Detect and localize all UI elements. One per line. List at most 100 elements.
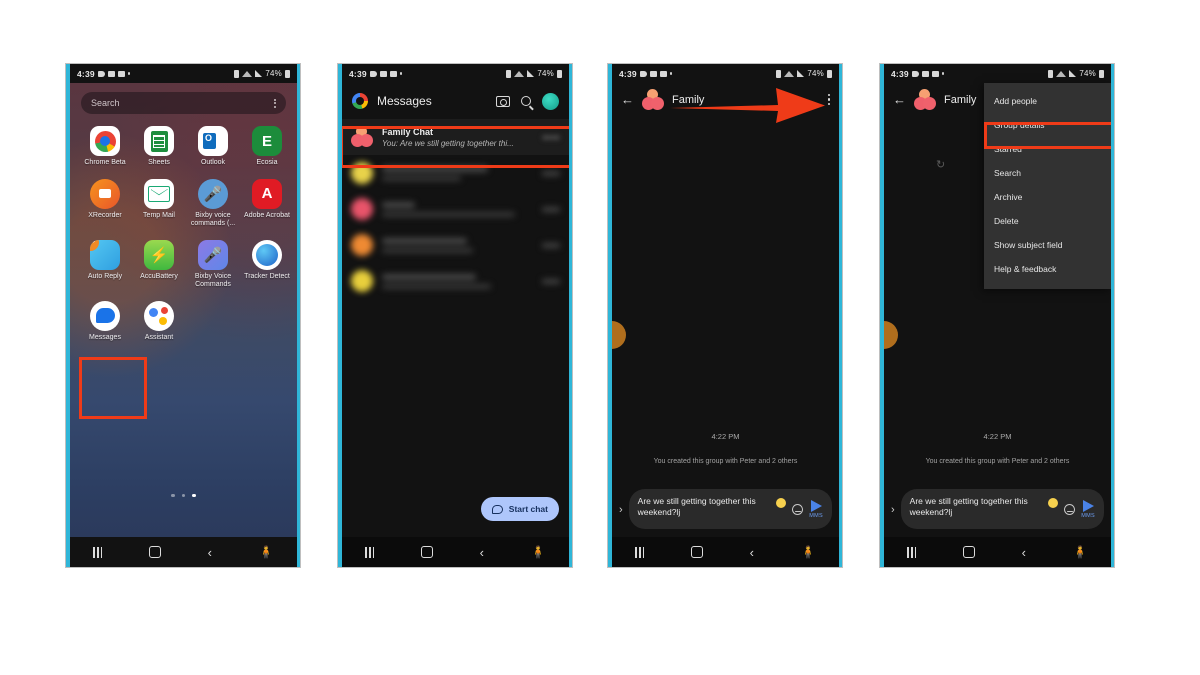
app-label: Temp Mail (143, 211, 175, 219)
message-composer: › Are we still getting together this wee… (612, 489, 839, 529)
expand-composer-icon[interactable]: › (891, 504, 895, 529)
conversation-row[interactable] (342, 191, 569, 227)
battery-saver-icon (506, 69, 512, 78)
battery-icon (557, 69, 562, 78)
menu-item-show-subject-field[interactable]: Show subject field (984, 233, 1111, 257)
app-adobe-acrobat[interactable]: A Adobe Acrobat (240, 178, 294, 229)
pointer-arrow (670, 88, 825, 123)
battery-percent: 74% (537, 69, 554, 78)
temp-mail-icon (144, 178, 174, 209)
account-avatar[interactable] (542, 92, 559, 110)
menu-item-group-details[interactable]: Group details (984, 113, 1111, 137)
page-dot-active[interactable] (192, 493, 196, 497)
app-chrome-beta[interactable]: Chrome Beta (78, 126, 132, 168)
google-assistant-icon (144, 300, 174, 331)
app-messages[interactable]: Messages (78, 300, 132, 343)
contact-avatar (351, 162, 373, 184)
menu-item-delete[interactable]: Delete (984, 209, 1111, 233)
search-bar[interactable]: Search (81, 92, 286, 114)
home-icon[interactable] (962, 546, 975, 558)
menu-item-help-feedback[interactable]: Help & feedback (984, 257, 1111, 281)
start-chat-label: Start chat (508, 504, 548, 514)
back-icon[interactable]: ‹ (1022, 546, 1026, 559)
conversation-timestamp (542, 134, 560, 140)
recent-apps-icon[interactable] (907, 546, 917, 558)
conversation-row[interactable] (342, 227, 569, 263)
page-dot[interactable] (171, 493, 175, 497)
menu-item-archive[interactable]: Archive (984, 185, 1111, 209)
app-label: AccuBattery (140, 272, 178, 280)
app-auto-reply[interactable]: 30+ Auto Reply (78, 239, 132, 290)
system-message: You created this group with Peter and 2 … (925, 458, 1070, 465)
group-avatar[interactable] (914, 88, 936, 111)
accessibility-icon[interactable]: 🧍 (1073, 546, 1088, 558)
back-icon[interactable]: ‹ (208, 546, 212, 559)
conversation-row[interactable] (342, 263, 569, 299)
back-icon[interactable]: ‹ (750, 546, 754, 559)
more-notifications-dot (941, 72, 945, 75)
search-icon[interactable] (521, 96, 531, 106)
status-bar: 4:39 74% (342, 64, 569, 83)
recent-apps-icon[interactable] (93, 546, 103, 558)
app-xrecorder[interactable]: XRecorder (78, 178, 132, 229)
recent-apps-icon[interactable] (365, 546, 375, 558)
app-bixby-voice[interactable]: 🎤 Bixby voice commands (... (186, 178, 240, 229)
more-notifications-dot (127, 72, 131, 75)
app-outlook[interactable]: Outlook (186, 126, 240, 168)
emoji-picker-icon[interactable] (792, 503, 804, 515)
accessibility-icon[interactable]: 🧍 (801, 546, 816, 558)
send-button[interactable]: MMS (809, 499, 823, 519)
system-message: You created this group with Peter and 2 … (653, 458, 798, 465)
conversation-timestamp (542, 278, 560, 284)
conversation-row[interactable] (342, 155, 569, 191)
app-ecosia[interactable]: E Ecosia (240, 126, 294, 168)
send-button[interactable]: MMS (1081, 499, 1095, 519)
accessibility-icon[interactable]: 🧍 (531, 546, 546, 558)
recent-apps-icon[interactable] (635, 546, 645, 558)
app-label: Chrome Beta (84, 159, 126, 166)
app-title: Messages (377, 94, 432, 108)
page-dot[interactable] (181, 493, 186, 497)
chat-bubble-icon (491, 504, 503, 514)
menu-item-add-people[interactable]: Add people (984, 89, 1111, 113)
back-icon[interactable]: ‹ (480, 546, 484, 559)
camera-icon[interactable] (496, 95, 510, 107)
app-label: Outlook (200, 159, 226, 166)
menu-item-search[interactable]: Search (984, 161, 1111, 185)
accessibility-icon[interactable]: 🧍 (259, 546, 274, 558)
app-accubattery[interactable]: ⚡ AccuBattery (132, 239, 186, 290)
app-status-icon-2 (931, 70, 939, 77)
video-recorder-status-icon (639, 70, 647, 77)
message-input[interactable]: Are we still getting together this weeke… (628, 489, 832, 529)
conversation-row-family-chat[interactable]: Family Chat You: Are we still getting to… (342, 119, 569, 155)
status-bar: 4:39 74% (70, 64, 297, 83)
app-sheets[interactable]: Sheets (132, 126, 186, 168)
back-arrow-icon[interactable]: ← (621, 92, 634, 107)
app-assistant[interactable]: Assistant (132, 300, 186, 343)
message-input[interactable]: Are we still getting together this weeke… (900, 489, 1104, 529)
overflow-menu-button[interactable] (827, 93, 830, 106)
group-avatar[interactable] (642, 88, 664, 111)
messages-icon (90, 300, 120, 331)
app-label: XRecorder (88, 211, 122, 219)
start-chat-button[interactable]: Start chat (480, 497, 559, 521)
home-icon[interactable] (690, 546, 703, 558)
app-tracker-detect[interactable]: Tracker Detect (240, 239, 294, 290)
video-recorder-status-icon (97, 70, 105, 77)
decorative-blob (612, 321, 626, 349)
conversation-view: ← Family 4:22 PM You created this group … (612, 83, 839, 537)
app-bixby-voice-commands[interactable]: 🎤 Bixby Voice Commands (186, 239, 240, 290)
home-icon[interactable] (420, 546, 433, 558)
outlook-icon (198, 126, 228, 156)
emoji-picker-icon[interactable] (1064, 503, 1076, 515)
more-notifications-dot (669, 72, 673, 75)
auto-reply-icon: 30+ (90, 239, 120, 270)
back-arrow-icon[interactable]: ← (893, 92, 906, 107)
google-sheets-icon (144, 126, 174, 156)
search-overflow-icon[interactable] (274, 98, 276, 108)
expand-composer-icon[interactable]: › (619, 504, 623, 529)
app-status-icon-2 (117, 70, 125, 77)
app-temp-mail[interactable]: Temp Mail (132, 178, 186, 229)
home-icon[interactable] (148, 546, 161, 558)
menu-item-starred[interactable]: Starred (984, 137, 1111, 161)
